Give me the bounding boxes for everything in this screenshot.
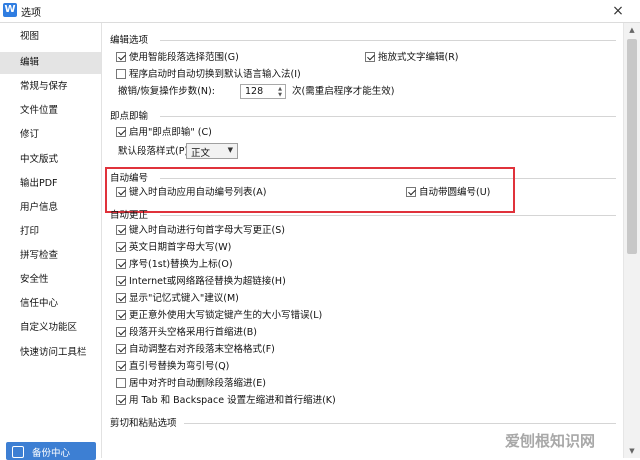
section-title-edit-options: 编辑选项 (110, 35, 149, 46)
section-title-cut-paste: 剪切和粘贴选项 (110, 418, 177, 429)
checkbox-icon (116, 225, 126, 235)
watermark-text: 爱刨根知识网 (505, 432, 596, 450)
checkbox-icon (116, 242, 126, 252)
nav-item-customize-ribbon[interactable]: 自定义功能区 (0, 317, 101, 339)
undo-steps-suffix: 次(需重启程序才能生效) (292, 86, 395, 97)
checkbox-autocorrect-item[interactable]: 键入时自动进行句首字母大写更正(S) (116, 224, 285, 238)
checkbox-icon (116, 344, 126, 354)
nav-item-print[interactable]: 打印 (0, 221, 101, 243)
checkbox-icon (406, 187, 416, 197)
nav-item-view[interactable]: 视图 (0, 26, 101, 48)
options-panel: 编辑选项 使用智能段落选择范围(G) 拖放式文字编辑(R) 程序启动时自动切换到… (102, 23, 640, 458)
chevron-down-icon: ▼ (227, 146, 233, 154)
undo-steps-stepper[interactable]: 128 ▲ ▼ (240, 84, 286, 99)
checkbox-icon (116, 127, 126, 137)
nav-item-general-save[interactable]: 常规与保存 (0, 76, 101, 98)
section-divider (160, 40, 616, 41)
checkbox-autocorrect-item[interactable]: 英文日期首字母大写(W) (116, 241, 231, 255)
checkbox-icon (365, 52, 375, 62)
scroll-up-icon[interactable]: ▲ (624, 23, 640, 37)
undo-steps-label: 撤销/恢复操作步数(N): (118, 86, 215, 97)
checkbox-autocorrect-item[interactable]: 序号(1st)替换为上标(O) (116, 258, 233, 272)
nav-item-revision[interactable]: 修订 (0, 124, 101, 146)
checkbox-icon (116, 187, 126, 197)
app-logo-icon: W (3, 3, 17, 17)
checkbox-icon (116, 259, 126, 269)
nav-item-security[interactable]: 安全性 (0, 269, 101, 291)
nav-item-user-info[interactable]: 用户信息 (0, 197, 101, 219)
nav-item-file-location[interactable]: 文件位置 (0, 100, 101, 122)
vertical-scrollbar[interactable]: ▲ ▼ (623, 23, 640, 458)
window-title: 选项 (21, 8, 41, 19)
checkbox-drag-drop[interactable]: 拖放式文字编辑(R) (365, 51, 459, 65)
checkbox-click-and-type[interactable]: 启用"即点即输" (C) (116, 126, 212, 140)
title-bar: W 选项 × (0, 0, 640, 23)
nav-item-quick-access-toolbar[interactable]: 快速访问工具栏 (0, 342, 101, 364)
scrollbar-thumb[interactable] (627, 39, 637, 254)
section-divider (160, 215, 616, 216)
nav-item-edit[interactable]: 编辑 (0, 52, 101, 74)
checkbox-icon (116, 361, 126, 371)
checkbox-autocorrect-item[interactable]: 自动调整右对齐段落末空格格式(F) (116, 343, 275, 357)
section-title-click-type: 即点即输 (110, 111, 149, 122)
checkbox-icon (116, 378, 126, 388)
checkbox-icon (116, 52, 126, 62)
nav-item-spell-check[interactable]: 拼写检查 (0, 245, 101, 267)
checkbox-autocorrect-item[interactable]: 更正意外使用大写锁定键产生的大小写错误(L) (116, 309, 322, 323)
section-title-auto-numbering: 自动编号 (110, 173, 149, 184)
nav-item-chinese-layout[interactable]: 中文版式 (0, 149, 101, 171)
undo-steps-value: 128 (245, 86, 264, 97)
stepper-down-icon[interactable]: ▼ (276, 92, 284, 98)
default-style-label: 默认段落样式(P): (118, 146, 192, 157)
backup-icon (12, 446, 24, 458)
close-icon[interactable]: × (608, 2, 628, 20)
checkbox-autocorrect-item[interactable]: 显示"记忆式键入"建议(M) (116, 292, 239, 306)
section-divider (160, 178, 616, 179)
section-divider (184, 423, 616, 424)
checkbox-autocorrect-item[interactable]: 段落开头空格采用行首缩进(B) (116, 326, 257, 340)
nav-item-output-pdf[interactable]: 输出PDF (0, 173, 101, 195)
checkbox-auto-circle[interactable]: 自动带圆编号(U) (406, 186, 490, 200)
default-style-value: 正文 (191, 148, 211, 159)
checkbox-autocorrect-item[interactable]: Internet或网络路径替换为超链接(H) (116, 275, 286, 289)
checkbox-auto-list[interactable]: 键入时自动应用自动编号列表(A) (116, 186, 266, 200)
backup-center-label: 备份中心 (32, 448, 71, 459)
checkbox-icon (116, 395, 126, 405)
section-divider (160, 116, 616, 117)
checkbox-smart-select[interactable]: 使用智能段落选择范围(G) (116, 51, 239, 65)
backup-center-button[interactable]: 备份中心 (6, 442, 96, 460)
checkbox-icon (116, 310, 126, 320)
checkbox-autocorrect-item[interactable]: 用 Tab 和 Backspace 设置左缩进和首行缩进(K) (116, 394, 336, 408)
checkbox-autocorrect-item[interactable]: 居中对齐时自动删除段落缩进(E) (116, 377, 266, 391)
checkbox-icon (116, 69, 126, 79)
checkbox-autocorrect-item[interactable]: 直引号替换为弯引号(Q) (116, 360, 229, 374)
checkbox-auto-ime[interactable]: 程序启动时自动切换到默认语言输入法(I) (116, 68, 301, 82)
section-title-auto-correct: 自动更正 (110, 210, 149, 221)
scroll-down-icon[interactable]: ▼ (624, 444, 640, 458)
checkbox-icon (116, 327, 126, 337)
nav-item-trust-center[interactable]: 信任中心 (0, 293, 101, 315)
sidebar-nav: 视图 编辑 常规与保存 文件位置 修订 中文版式 输出PDF 用户信息 打印 拼… (0, 23, 102, 458)
default-style-select[interactable]: 正文 ▼ (186, 143, 238, 159)
checkbox-icon (116, 293, 126, 303)
checkbox-icon (116, 276, 126, 286)
